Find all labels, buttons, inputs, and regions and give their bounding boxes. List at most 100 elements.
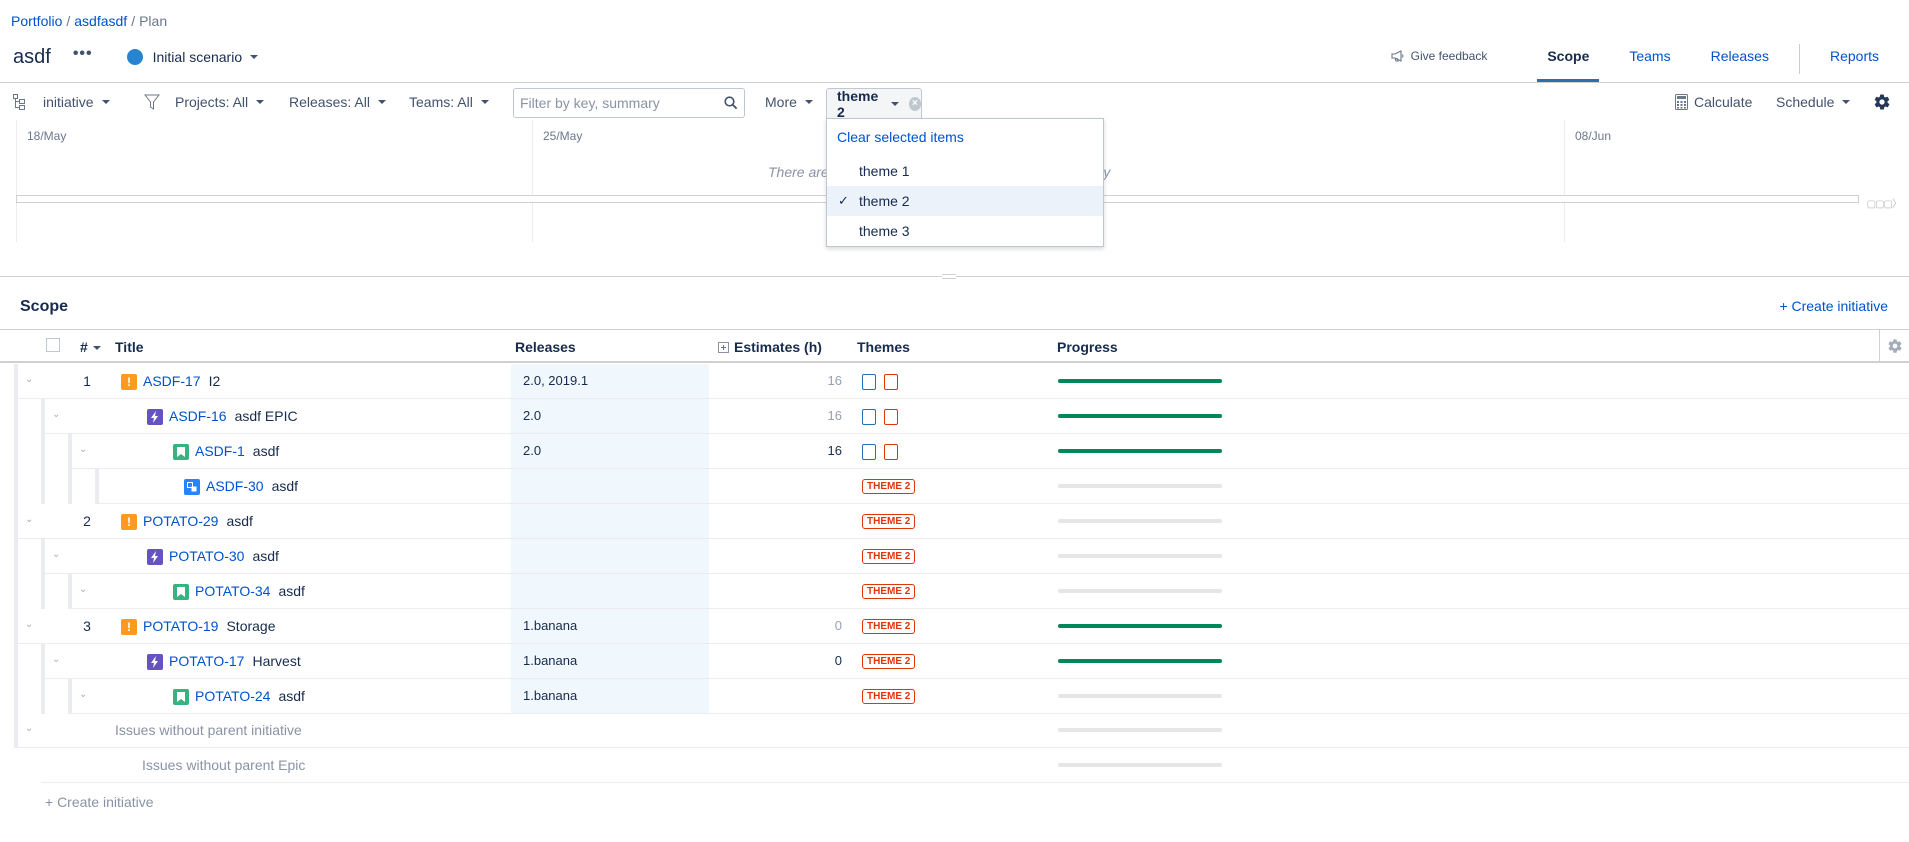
timeline-scroll-right-icon[interactable]: ▢▢▢〉 — [1867, 195, 1902, 210]
theme-lozenge[interactable]: THEME 2 — [862, 689, 916, 704]
issue-key-link[interactable]: POTATO-29 asdf — [143, 513, 253, 529]
expand-icon[interactable] — [718, 341, 729, 353]
theme-lozenge[interactable]: THEME 2 — [862, 619, 916, 634]
collapse-toggle-icon[interactable]: ⌄ — [25, 619, 33, 630]
theme-option-3[interactable]: theme 3 — [827, 216, 1103, 246]
issue-key-link[interactable]: POTATO-19 Storage — [143, 618, 276, 634]
column-estimates[interactable]: Estimates (h) — [718, 339, 822, 355]
tab-reports[interactable]: Reports — [1820, 40, 1889, 82]
column-progress[interactable]: Progress — [1057, 339, 1118, 355]
issue-key-link[interactable]: POTATO-24 asdf — [195, 688, 305, 704]
theme-lozenge[interactable]: THEME 2 — [862, 479, 916, 494]
issue-key-link[interactable]: POTATO-34 asdf — [195, 583, 305, 599]
hierarchy-selector[interactable]: initiative — [13, 94, 110, 110]
splitter-handle[interactable] — [942, 274, 956, 279]
issue-key-link[interactable]: ASDF-30 asdf — [206, 478, 298, 494]
table-row[interactable]: ⌄ ASDF-16 asdf EPIC 2.0 16 — [0, 399, 1909, 434]
theme-filter-chip[interactable]: theme 2 × — [826, 88, 922, 120]
issue-summary[interactable]: asdf — [252, 548, 278, 564]
collapse-toggle-icon[interactable]: ⌄ — [25, 723, 33, 734]
tab-teams[interactable]: Teams — [1619, 40, 1680, 82]
table-row[interactable]: ⌄ POTATO-24 asdf 1.banana THEME 2 — [0, 679, 1909, 714]
breadcrumb-asdfasdf[interactable]: asdfasdf — [74, 13, 127, 29]
estimate-value[interactable]: 16 — [802, 408, 842, 423]
table-row[interactable]: ⌄ POTATO-30 asdf THEME 2 — [0, 539, 1909, 574]
create-initiative-button[interactable]: + Create initiative — [1779, 298, 1888, 314]
projects-filter[interactable]: Projects: All — [175, 94, 265, 110]
calculate-button[interactable]: Calculate — [1675, 94, 1752, 110]
issue-key-link[interactable]: ASDF-1 asdf — [195, 443, 279, 459]
theme-swatch-blue[interactable] — [862, 444, 876, 460]
scenario-selector[interactable]: Initial scenario — [126, 49, 259, 65]
collapse-toggle-icon[interactable]: ⌄ — [25, 374, 33, 385]
table-row[interactable]: ⌄ POTATO-17 Harvest 1.banana 0 THEME 2 — [0, 644, 1909, 679]
issue-summary[interactable]: Harvest — [252, 653, 300, 669]
issue-key-link[interactable]: ASDF-17 I2 — [143, 373, 220, 389]
more-filters-button[interactable]: More — [765, 94, 813, 110]
estimate-value[interactable]: 16 — [802, 373, 842, 388]
releases-cell[interactable] — [511, 469, 709, 504]
collapse-toggle-icon[interactable]: ⌄ — [79, 689, 87, 700]
clear-theme-filter-icon[interactable]: × — [908, 97, 921, 111]
settings-button[interactable] — [1873, 93, 1891, 111]
collapse-toggle-icon[interactable]: ⌄ — [52, 654, 60, 665]
collapse-toggle-icon[interactable]: ⌄ — [79, 584, 87, 595]
releases-cell[interactable] — [511, 539, 709, 574]
releases-cell[interactable] — [511, 574, 709, 609]
collapse-toggle-icon[interactable]: ⌄ — [79, 444, 87, 455]
issue-summary[interactable]: I2 — [209, 373, 221, 389]
estimate-value[interactable]: 16 — [802, 443, 842, 458]
estimate-value[interactable]: 0 — [802, 653, 842, 668]
tab-releases[interactable]: Releases — [1701, 40, 1779, 82]
issue-summary[interactable]: asdf — [226, 513, 252, 529]
column-releases[interactable]: Releases — [515, 339, 576, 355]
issue-summary[interactable]: asdf — [278, 583, 304, 599]
issue-summary[interactable]: Storage — [226, 618, 275, 634]
issue-summary[interactable]: asdf — [278, 688, 304, 704]
theme-swatch-blue[interactable] — [862, 374, 876, 390]
theme-swatch-blue[interactable] — [862, 409, 876, 425]
search-input[interactable] — [520, 95, 724, 111]
theme-lozenge[interactable]: THEME 2 — [862, 549, 916, 564]
estimate-value[interactable]: 0 — [802, 618, 842, 633]
theme-swatch-red[interactable] — [884, 444, 898, 460]
releases-cell[interactable] — [511, 504, 709, 539]
collapse-toggle-icon[interactable]: ⌄ — [25, 514, 33, 525]
tab-scope[interactable]: Scope — [1537, 40, 1600, 82]
table-row[interactable]: ⌄ 3! POTATO-19 Storage 1.banana 0 THEME 2 — [0, 609, 1909, 644]
select-all-checkbox[interactable] — [46, 338, 60, 352]
schedule-dropdown[interactable]: Schedule — [1776, 94, 1851, 110]
theme-option-2[interactable]: ✓ theme 2 — [827, 186, 1103, 216]
theme-lozenge[interactable]: THEME 2 — [862, 654, 916, 669]
issue-summary[interactable]: asdf — [253, 443, 279, 459]
table-row[interactable]: ⌄ ASDF-1 asdf 2.0 16 — [0, 434, 1909, 469]
table-row[interactable]: ⌄ POTATO-34 asdf THEME 2 — [0, 574, 1909, 609]
column-rank[interactable]: # — [80, 339, 101, 355]
create-initiative-bottom-button[interactable]: + Create initiative — [45, 794, 154, 810]
table-row[interactable]: ASDF-30 asdf THEME 2 — [0, 469, 1909, 504]
column-title[interactable]: Title — [115, 339, 144, 355]
issue-key-link[interactable]: ASDF-16 asdf EPIC — [169, 408, 298, 424]
theme-lozenge[interactable]: THEME 2 — [862, 584, 916, 599]
releases-filter[interactable]: Releases: All — [289, 94, 386, 110]
table-row[interactable]: ⌄ 1! ASDF-17 I2 2.0, 2019.1 16 — [0, 364, 1909, 399]
issue-key-link[interactable]: POTATO-17 Harvest — [169, 653, 301, 669]
clear-selected-items-button[interactable]: Clear selected items — [837, 129, 964, 145]
column-settings-button[interactable] — [1879, 330, 1909, 362]
theme-lozenge[interactable]: THEME 2 — [862, 514, 916, 529]
issue-summary[interactable]: asdf EPIC — [235, 408, 298, 424]
collapse-toggle-icon[interactable]: ⌄ — [52, 409, 60, 420]
filter-icon-button[interactable] — [144, 94, 160, 110]
theme-swatch-red[interactable] — [884, 409, 898, 425]
table-row[interactable]: ⌄ 2! POTATO-29 asdf THEME 2 — [0, 504, 1909, 539]
column-themes[interactable]: Themes — [857, 339, 910, 355]
give-feedback-button[interactable]: Give feedback — [1391, 49, 1487, 63]
teams-filter[interactable]: Teams: All — [409, 94, 489, 110]
theme-option-1[interactable]: theme 1 — [827, 156, 1103, 186]
breadcrumb-portfolio[interactable]: Portfolio — [11, 13, 62, 29]
search-field[interactable] — [513, 88, 745, 118]
more-actions-button[interactable]: ••• — [73, 46, 93, 62]
issue-key-link[interactable]: POTATO-30 asdf — [169, 548, 279, 564]
theme-swatch-red[interactable] — [884, 374, 898, 390]
collapse-toggle-icon[interactable]: ⌄ — [52, 549, 60, 560]
